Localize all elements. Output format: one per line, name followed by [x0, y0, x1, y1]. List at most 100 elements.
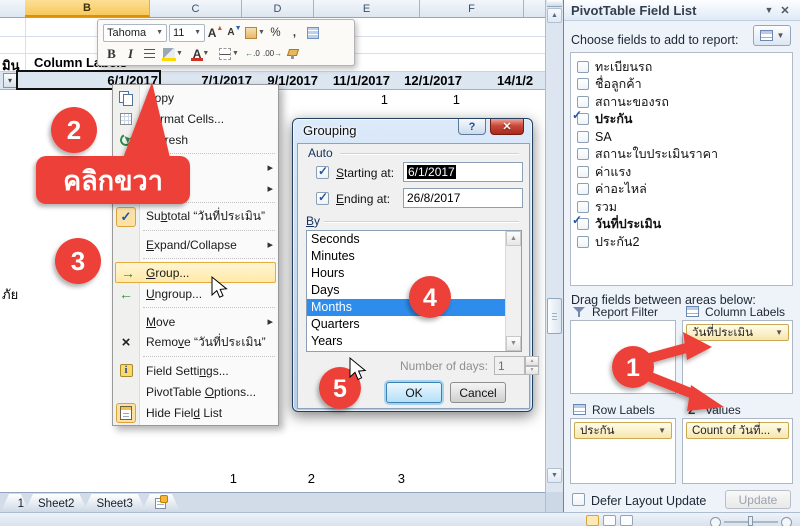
grow-font-button[interactable]: A ▲ — [207, 24, 224, 42]
cancel-button[interactable]: Cancel — [450, 382, 506, 403]
filter-dropdown-button[interactable]: ▾ — [3, 73, 17, 88]
field-checkbox[interactable] — [577, 60, 589, 73]
field-checkbox[interactable] — [577, 148, 589, 160]
column-header-D[interactable]: D — [242, 0, 314, 17]
percent-style-button[interactable]: % — [267, 24, 284, 42]
row-labels-field-button[interactable]: ประกัน ▼ — [574, 422, 672, 439]
ending-at-checkbox[interactable] — [316, 190, 329, 205]
by-option-months[interactable]: Months — [307, 299, 521, 316]
zoom-in-button[interactable] — [781, 517, 792, 526]
update-button[interactable]: Update — [725, 490, 791, 509]
column-header-C[interactable]: C — [150, 0, 242, 17]
menu-item-move[interactable]: Move ▸ — [113, 311, 278, 332]
format-table-button[interactable] — [305, 24, 322, 42]
zoom-slider-thumb[interactable] — [748, 516, 753, 526]
by-option-quarters[interactable]: Quarters — [307, 316, 521, 333]
scrollbar-thumb[interactable] — [547, 298, 562, 334]
menu-item-hidden[interactable]: ▸ — [113, 157, 278, 178]
help-button[interactable]: ? — [458, 119, 486, 135]
menu-item-group[interactable]: → Group... — [115, 262, 276, 283]
scroll-up-button[interactable]: ▲ — [547, 8, 562, 23]
pivot-date-cell[interactable]: 14/1/2 — [497, 73, 543, 89]
font-size-combo[interactable]: 11 ▼ — [169, 23, 205, 42]
italic-button[interactable]: I — [122, 45, 139, 63]
field-item-วันที่ประเมิน[interactable]: วันที่ประเมิน — [571, 216, 792, 233]
field-item-สถานะของรถ[interactable]: สถานะของรถ — [571, 93, 792, 110]
column-header-F[interactable]: F — [420, 0, 524, 17]
field-item-sa[interactable]: SA — [571, 128, 792, 145]
pivot-count-cell[interactable]: 1 — [366, 92, 388, 107]
menu-item-hidden[interactable]: ▸ — [113, 178, 278, 199]
format-painter-dropdown[interactable]: ▼ — [245, 24, 265, 42]
borders-button[interactable]: ▼ — [216, 45, 242, 63]
field-checkbox[interactable] — [577, 78, 589, 90]
values-field-button[interactable]: Count of วันที่... ▼ — [686, 422, 789, 439]
ending-at-input[interactable]: 26/8/2017 — [403, 188, 523, 208]
scroll-down-button[interactable]: ▼ — [547, 468, 562, 483]
menu-item-copy[interactable]: Copy — [113, 87, 278, 108]
menu-item-remove-วันที่ประเมิน[interactable]: × Remove “วันที่ประเมิน” — [113, 332, 278, 353]
menu-item-refresh[interactable]: Refresh — [113, 129, 278, 150]
menu-item-expand-collapse[interactable]: Expand/Collapse ▸ — [113, 234, 278, 255]
ok-button[interactable]: OK — [386, 382, 442, 403]
panel-close-button[interactable]: ✕ — [777, 4, 793, 17]
by-option-days[interactable]: Days — [307, 282, 521, 299]
menu-item-format-cells[interactable]: Format Cells... — [113, 108, 278, 129]
bold-button[interactable]: B — [103, 45, 120, 63]
page-layout-view-button[interactable] — [603, 515, 616, 526]
menu-item-hide-field-list[interactable]: Hide Field List — [113, 402, 278, 423]
by-listbox[interactable]: Seconds Minutes Hours Days Months Quarters Yea… — [306, 230, 522, 352]
worksheet-value-cell[interactable]: 1 — [207, 471, 237, 487]
field-item-ทะเบียนรถ[interactable]: ทะเบียนรถ — [571, 58, 792, 75]
scrollbar-split-handle[interactable] — [547, 0, 562, 7]
normal-view-button[interactable] — [586, 515, 599, 526]
sheet-tab-sheet2[interactable]: Sheet2 — [24, 494, 88, 513]
decrease-decimal-button[interactable]: .00→ — [263, 45, 282, 63]
field-checkbox[interactable] — [577, 200, 589, 213]
format-painter-button[interactable] — [284, 45, 301, 63]
font-name-combo[interactable]: Tahoma ▼ — [103, 23, 167, 42]
page-break-view-button[interactable] — [620, 515, 633, 526]
pivot-date-cell[interactable]: 11/1/2017 — [312, 73, 390, 89]
menu-item-pivottable-options[interactable]: PivotTable Options... — [113, 381, 278, 402]
zoom-out-button[interactable] — [710, 517, 721, 526]
pivot-count-cell[interactable]: 1 — [438, 92, 460, 107]
field-item-รวม[interactable]: รวม — [571, 198, 792, 215]
scroll-up-button[interactable]: ▲ — [506, 231, 521, 246]
scroll-down-button[interactable]: ▼ — [506, 336, 521, 351]
field-list-layout-button[interactable]: ▼ — [753, 25, 791, 46]
vertical-scrollbar[interactable]: ▲ ▼ — [545, 0, 563, 492]
close-button[interactable]: ✕ — [490, 119, 524, 135]
field-item-ประกัน2[interactable]: ประกัน2 — [571, 233, 792, 250]
listbox-scrollbar[interactable]: ▲ ▼ — [505, 231, 521, 351]
field-item-สถานะใบประเมินราคา[interactable]: สถานะใบประเมินราคา — [571, 146, 792, 163]
shrink-font-button[interactable]: A ▼ — [226, 24, 243, 42]
defer-layout-checkbox[interactable] — [572, 493, 585, 506]
panel-menu-button[interactable]: ▼ — [761, 5, 777, 15]
starting-at-checkbox[interactable] — [316, 164, 329, 179]
insert-worksheet-tab[interactable] — [141, 494, 181, 513]
field-item-ค่าอะไหล่[interactable]: ค่าอะไหล่ — [571, 181, 792, 198]
column-labels-field-button[interactable]: วันที่ประเมิน ▼ — [686, 324, 789, 341]
comma-style-button[interactable]: , — [286, 24, 303, 42]
by-option-hours[interactable]: Hours — [307, 265, 521, 282]
field-checkbox[interactable] — [577, 165, 589, 178]
menu-item-ungroup[interactable]: ← Ungroup... — [113, 283, 278, 304]
field-item-ชื่อลูกค้า[interactable]: ชื่อลูกค้า — [571, 76, 792, 93]
field-checkbox[interactable] — [577, 130, 589, 143]
by-option-seconds[interactable]: Seconds — [307, 231, 521, 248]
worksheet-value-cell[interactable]: 3 — [375, 471, 405, 487]
field-checkbox[interactable] — [577, 183, 589, 195]
by-option-minutes[interactable]: Minutes — [307, 248, 521, 265]
font-color-button[interactable]: A ▼ — [188, 45, 214, 63]
field-checkbox[interactable] — [577, 235, 589, 248]
column-header-E[interactable]: E — [314, 0, 420, 17]
field-item-ประกัน[interactable]: ประกัน — [571, 111, 792, 128]
report-filter-area[interactable] — [570, 320, 676, 394]
menu-item-subtotal-วันที่ประเมิน[interactable]: ✓ Subtotal “วันที่ประเมิน” — [113, 206, 278, 227]
field-checkbox[interactable] — [577, 113, 589, 125]
column-header-B[interactable]: B — [25, 0, 150, 17]
sheet-tab-sheet3[interactable]: Sheet3 — [82, 494, 146, 513]
increase-decimal-button[interactable]: ←.0 — [244, 45, 261, 63]
field-item-ค่าแรง[interactable]: ค่าแรง — [571, 163, 792, 180]
